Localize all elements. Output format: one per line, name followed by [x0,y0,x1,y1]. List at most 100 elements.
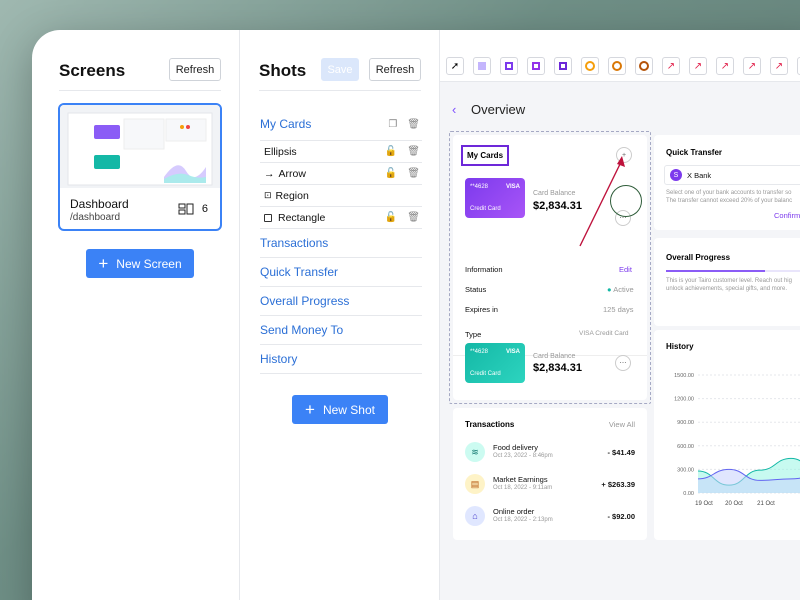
status-text: Active [613,285,634,294]
shot-item-my-cards[interactable]: My Cards ❐ 🗑 [260,108,422,141]
shot-count: 6 [201,203,208,215]
txn-date: Oct 18, 2022 - 2:13pm [493,517,553,523]
rect-purple-icon[interactable] [500,57,518,75]
shot-label: My Cards [260,117,312,131]
market-icon: ▤ [465,474,485,494]
trash-icon[interactable]: 🗑 [407,212,420,223]
rectangle-icon [264,213,272,222]
rect-indigo-icon[interactable] [554,57,572,75]
shot-item-ellipsis[interactable]: Ellipsis 🔓 🗑 [260,141,422,163]
unlock-icon[interactable]: 🔓 [385,212,397,223]
back-chevron-icon[interactable]: ‹ [452,102,456,117]
annotation-ellipse[interactable] [610,185,642,217]
balance-value: $2,834.31 [533,362,582,374]
rect-violet-icon[interactable] [527,57,545,75]
bank-logo-icon: S [670,169,682,181]
status-value: ● Active [607,285,634,294]
y-tick-label: 0.00 [683,491,694,497]
history-chart: 1500.00 1200.00 900.00 600.00 300.00 0.0019 O… [674,373,800,507]
shots-title: Shots [259,61,307,80]
ellipse-brown-icon[interactable] [635,57,653,75]
y-tick-label: 1500.00 [674,373,694,379]
card-brand: VISA [505,184,520,190]
credit-card-teal[interactable]: **4628 VISA Credit Card [465,343,525,383]
trash-icon[interactable]: 🗑 [407,119,420,130]
edit-link[interactable]: Edit [619,265,632,274]
page-title: Overview [471,102,526,117]
screen-thumbnail [60,105,220,188]
screens-panel: Screens Refresh Dashboard /dashboard 6 +… [32,30,240,600]
select-tool-icon[interactable]: ➚ [446,57,464,75]
trash-icon[interactable]: 🗑 [407,168,420,179]
shot-label: Overall Progress [260,294,350,308]
screens-refresh-button[interactable]: Refresh [169,58,221,81]
txn-name: Food delivery [493,443,539,452]
arrow-red-icon[interactable]: ↗ [662,57,680,75]
arrow-red-icon[interactable]: ↗ [743,57,761,75]
plus-icon: + [305,400,315,419]
progress-desc-1: This is your Tairo customer level. Reach… [666,278,792,284]
shot-item-transactions[interactable]: Transactions [260,229,422,258]
progress-track [666,270,800,272]
shot-list: My Cards ❐ 🗑 Ellipsis 🔓 🗑 → Arrow 🔓 🗑 ⊡ Reg… [260,108,422,374]
status-label: Status [465,285,487,294]
screens-title: Screens [59,61,126,80]
expires-label: Expires in [465,305,498,314]
unlock-icon[interactable]: 🔓 [385,168,397,179]
shot-item-quick-transfer[interactable]: Quick Transfer [260,258,422,287]
region-tool-icon[interactable] [473,57,491,75]
info-label: Information [465,265,503,274]
card-brand: VISA [505,349,520,355]
new-screen-button[interactable]: + New Screen [86,249,194,278]
new-screen-label: New Screen [116,256,182,271]
y-tick-label: 600.00 [677,444,694,450]
shots-panel: Shots Save Refresh My Cards ❐ 🗑 Ellipsis … [240,30,440,600]
overall-progress-panel: Overall Progress This is your Tairo cust… [654,238,800,326]
progress-desc-2: unlock achievements, special gifts, and … [666,286,788,292]
x-tick-label: 19 Oct [695,501,713,507]
unlock-icon[interactable]: 🔓 [385,146,397,157]
shot-item-rectangle[interactable]: Rectangle 🔓 🗑 [260,207,422,229]
trash-icon[interactable]: 🗑 [407,146,420,157]
plus-icon: + [98,254,109,273]
x-tick-label: 20 Oct [725,501,743,507]
copy-icon[interactable]: ❐ [388,119,397,130]
new-shot-button[interactable]: + New Shot [292,395,388,424]
shot-label: Quick Transfer [260,265,339,279]
more-icon[interactable]: ⋯ [615,355,631,371]
txn-name: Market Earnings [493,475,548,484]
arrow-red-icon[interactable]: ↗ [689,57,707,75]
shot-item-arrow[interactable]: → Arrow 🔓 🗑 [260,163,422,185]
shot-item-overall-progress[interactable]: Overall Progress [260,287,422,316]
y-tick-label: 300.00 [677,467,694,473]
shot-item-send-money-to[interactable]: Send Money To [260,316,422,345]
screen-card-dashboard[interactable]: Dashboard /dashboard 6 [58,103,222,231]
txn-amount: - $92.00 [607,512,635,521]
card-type: Credit Card [470,371,501,377]
transactions-panel: Transactions View All ≋ Food delivery Oc… [453,408,647,540]
screen-shot-count: 6 [178,203,208,215]
view-all-link[interactable]: View All [609,420,635,429]
save-button[interactable]: Save [321,58,359,81]
shots-refresh-button[interactable]: Refresh [369,58,421,81]
divider [59,90,221,91]
arrow-red-icon[interactable]: ↗ [770,57,788,75]
txn-date: Oct 23, 2022 - 8:46pm [493,453,553,459]
shot-label: Rectangle [278,211,326,224]
credit-card-purple[interactable]: **4628 VISA Credit Card [465,178,525,218]
x-tick-label: 21 Oct [757,501,775,507]
type-value: VISA Credit Card [579,330,629,337]
ellipse-amber-icon[interactable] [608,57,626,75]
shot-label: History [260,352,298,366]
confirm-link[interactable]: Confirm [774,211,800,220]
txn-name: Online order [493,507,535,516]
shot-item-history[interactable]: History [260,345,422,374]
shot-label: Send Money To [260,323,344,337]
bank-select[interactable]: S X Bank [664,165,800,185]
screen-name: Dashboard [70,197,129,211]
ellipse-orange-icon[interactable] [581,57,599,75]
history-panel: History 1500.00 1200.00 900.00 600.00 300.00… [654,330,800,540]
arrow-red-icon[interactable]: ↗ [716,57,734,75]
shot-item-region[interactable]: ⊡ Region [260,185,422,207]
region-icon: ⊡ [264,190,272,200]
